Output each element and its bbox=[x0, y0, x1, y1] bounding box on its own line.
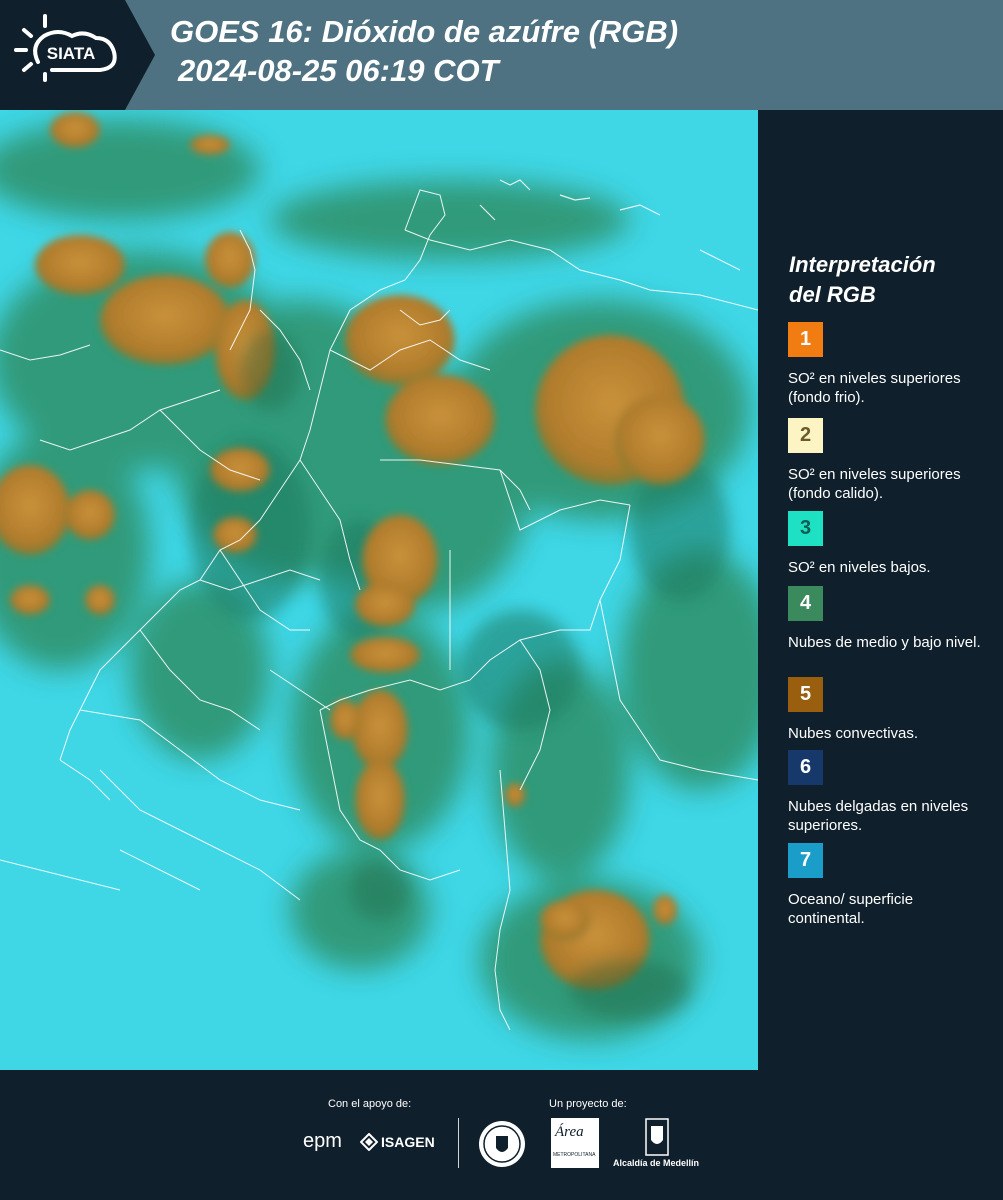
footer-divider bbox=[458, 1118, 459, 1168]
alcaldia-shield-icon bbox=[645, 1118, 669, 1161]
alcaldia-logo: Alcaldía de Medellín bbox=[613, 1158, 700, 1168]
area-metropolitana-logo: Área METROPOLITANA bbox=[551, 1118, 599, 1168]
legend-label: SO² en niveles superiores (fondo calido)… bbox=[788, 466, 961, 502]
legend-swatch: 3 bbox=[788, 511, 823, 546]
legend-item-5: 5 Nubes convectivas. bbox=[788, 677, 993, 743]
legend-item-4: 4 Nubes de medio y bajo nivel. bbox=[788, 586, 993, 652]
legend-label: SO² en niveles bajos. bbox=[788, 559, 931, 576]
legend-swatch: 7 bbox=[788, 843, 823, 878]
legend-swatch: 2 bbox=[788, 418, 823, 453]
header-bar: SIATA GOES 16: Dióxido de azúfre (RGB) 2… bbox=[0, 0, 1003, 110]
legend-label: Nubes convectivas. bbox=[788, 725, 919, 742]
legend-item-7: 7 Oceano/ superficie continental. bbox=[788, 843, 993, 928]
legend-label: Nubes de medio y bajo nivel. bbox=[788, 634, 981, 651]
legend-swatch: 4 bbox=[788, 586, 823, 621]
support-caption: Con el apoyo de: bbox=[328, 1098, 412, 1110]
legend-label: SO² en niveles superiores (fondo frio). bbox=[788, 370, 961, 406]
legend-item-1: 1 SO² en niveles superiores (fondo frio)… bbox=[788, 322, 993, 407]
legend-title: Interpretación del RGB bbox=[789, 250, 989, 310]
project-caption: Un proyecto de: bbox=[549, 1098, 627, 1110]
satellite-image bbox=[0, 110, 780, 1070]
logo-text: SIATA bbox=[47, 44, 95, 63]
footer: Con el apoyo de: Un proyecto de: epm ISA… bbox=[0, 1070, 1003, 1200]
legend-label: Oceano/ superficie continental. bbox=[788, 891, 914, 927]
legend-swatch: 6 bbox=[788, 750, 823, 785]
area-logo-subtext: METROPOLITANA bbox=[553, 1152, 596, 1158]
page-title: GOES 16: Dióxido de azúfre (RGB) bbox=[170, 14, 679, 49]
legend-panel: Interpretación del RGB 1 SO² en niveles … bbox=[760, 110, 1003, 1070]
legend-label: Nubes delgadas en niveles superiores. bbox=[788, 798, 969, 834]
timestamp: 2024-08-25 06:19 COT bbox=[178, 53, 499, 88]
legend-title-line2: del RGB bbox=[789, 282, 876, 307]
siata-logo: SIATA bbox=[0, 0, 155, 110]
legend-swatch: 1 bbox=[788, 322, 823, 357]
legend-title-line1: Interpretación bbox=[789, 252, 936, 277]
legend-item-3: 3 SO² en niveles bajos. bbox=[788, 511, 993, 577]
legend-item-2: 2 SO² en niveles superiores (fondo calid… bbox=[788, 418, 993, 503]
area-logo-text: Área bbox=[555, 1124, 584, 1140]
legend-swatch: 5 bbox=[788, 677, 823, 712]
isagen-logo: ISAGEN bbox=[381, 1134, 435, 1150]
medellin-seal-icon bbox=[478, 1118, 526, 1175]
epm-logo: epm bbox=[303, 1130, 342, 1152]
legend-item-6: 6 Nubes delgadas en niveles superiores. bbox=[788, 750, 993, 835]
isagen-icon bbox=[359, 1132, 379, 1156]
